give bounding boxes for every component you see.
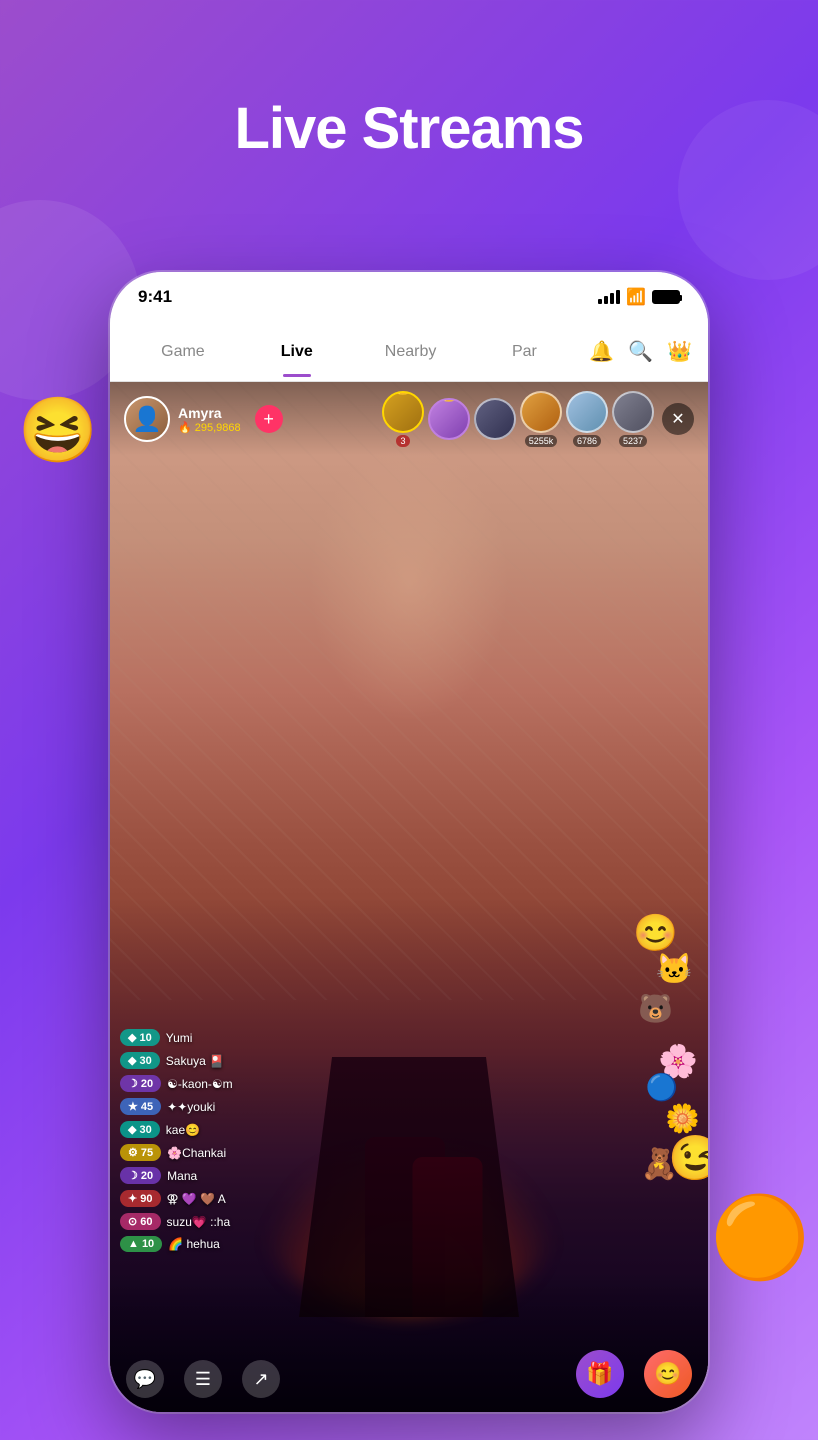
viewer-avatar-1: 👑 3 — [382, 391, 424, 447]
sticker-face: 😊 — [633, 912, 678, 954]
nav-bar: Game Live Nearby Par 🔔 🔍 👑 — [110, 322, 708, 382]
orange-emoji: 🟠 — [710, 1191, 810, 1285]
stream-top-bar: Amyra 🔥 295,9868 + 👑 3 — [110, 382, 708, 456]
chat-message-6: ☽ 20 Mana — [120, 1167, 440, 1184]
chat-badge-0: ◆ 10 — [120, 1029, 160, 1046]
chat-user-1: Sakuya 🎴 — [166, 1054, 224, 1068]
chat-message-7: ✦ 90 ⚢ 💜 🤎 A — [120, 1190, 440, 1207]
chat-user-6: Mana — [167, 1169, 197, 1183]
page-title: Live Streams — [0, 95, 818, 162]
streamer-coins: 🔥 295,9868 — [178, 421, 241, 434]
viewer-avatar-5: 6786 — [566, 391, 608, 447]
chat-message-8: ⊙ 60 suzu💗 ::ha — [120, 1213, 440, 1230]
emoji-reaction-button[interactable]: 😊 — [644, 1350, 692, 1398]
chat-user-3: ✦✦youki — [167, 1100, 215, 1114]
phone-frame: 9:41 📶 Game Live Nearby Par 🔔 🔍 👑 — [110, 272, 708, 1412]
chat-message-2: ☽ 20 ☯-kaon-☯m — [120, 1075, 440, 1092]
chat-message-3: ★ 45 ✦✦youki — [120, 1098, 440, 1115]
chat-user-2: ☯-kaon-☯m — [167, 1077, 233, 1091]
viewer-list: 👑 3 👑 🔥 — [382, 391, 694, 447]
chat-user-8: suzu💗 ::ha — [167, 1215, 231, 1229]
chat-badge-1: ◆ 30 — [120, 1052, 160, 1069]
wifi-icon: 📶 — [626, 287, 646, 307]
bell-icon[interactable]: 🔔 — [589, 339, 614, 364]
signal-icon — [598, 290, 620, 304]
viewer-avatar-6: 5237 — [612, 391, 654, 447]
chat-badge-4: ◆ 30 — [120, 1121, 160, 1138]
streamer-name-wrap: Amyra 🔥 295,9868 — [178, 405, 241, 434]
stream-area: Amyra 🔥 295,9868 + 👑 3 — [110, 382, 708, 1412]
chat-badge-5: ⚙ 75 — [120, 1144, 161, 1161]
chat-message-5: ⚙ 75 🌸Chankai — [120, 1144, 440, 1161]
close-stream-button[interactable]: ✕ — [662, 403, 694, 435]
follow-button[interactable]: + — [255, 405, 283, 433]
chat-badge-7: ✦ 90 — [120, 1190, 161, 1207]
chat-badge-3: ★ 45 — [120, 1098, 161, 1115]
chat-badge-6: ☽ 20 — [120, 1167, 161, 1184]
status-icons: 📶 — [598, 287, 680, 307]
nav-item-live[interactable]: Live — [240, 335, 354, 369]
nav-item-game[interactable]: Game — [126, 335, 240, 369]
search-icon[interactable]: 🔍 — [628, 339, 653, 364]
chat-message-0: ◆ 10 Yumi — [120, 1029, 440, 1046]
sticker-sunflower: 🌼 — [665, 1102, 700, 1135]
wink-emoji: 😉 — [668, 1132, 708, 1184]
sticker-area: 😊 🐱 🐻 🌸 🔵 🌼 🧸 😉 — [588, 912, 708, 1212]
chat-message-9: ▲ 10 🌈 hehua — [120, 1236, 440, 1252]
streamer-name: Amyra — [178, 405, 241, 421]
chat-message-4: ◆ 30 kae😊 — [120, 1121, 440, 1138]
chat-user-5: 🌸Chankai — [167, 1146, 226, 1160]
status-time: 9:41 — [138, 287, 172, 307]
menu-icon[interactable]: ☰ — [184, 1360, 222, 1398]
message-icon[interactable]: 💬 — [126, 1360, 164, 1398]
gift-icon[interactable]: 🎁 — [576, 1350, 624, 1398]
chat-user-0: Yumi — [166, 1031, 193, 1045]
nav-icons: 🔔 🔍 👑 — [589, 339, 692, 364]
chat-area: ◆ 10 Yumi ◆ 30 Sakuya 🎴 ☽ 20 ☯-kaon-☯m ★… — [120, 1029, 440, 1252]
chat-user-4: kae😊 — [166, 1123, 200, 1137]
nav-item-nearby[interactable]: Nearby — [354, 335, 468, 369]
streamer-info: Amyra 🔥 295,9868 + — [124, 396, 283, 442]
viewer-avatar-4: 🔥 5255k — [520, 391, 562, 447]
chat-badge-2: ☽ 20 — [120, 1075, 161, 1092]
chat-badge-9: ▲ 10 — [120, 1236, 162, 1252]
share-icon[interactable]: ↗ — [242, 1360, 280, 1398]
sticker-blue-circle: 🔵 — [646, 1072, 678, 1103]
nav-item-par[interactable]: Par — [467, 335, 581, 369]
laugh-emoji: 😆 — [18, 390, 98, 470]
chat-user-9: 🌈 hehua — [168, 1237, 220, 1251]
crown-icon[interactable]: 👑 — [667, 339, 692, 364]
stream-bottom-bar: 💬 ☰ ↗ 🎁 😊 — [110, 1272, 708, 1412]
chat-badge-8: ⊙ 60 — [120, 1213, 161, 1230]
battery-icon — [652, 290, 680, 304]
sticker-bear: 🐻 — [638, 992, 673, 1025]
sticker-cat: 🐱 — [656, 952, 693, 987]
stream-background — [110, 382, 708, 1412]
viewer-avatar-2: 👑 — [428, 398, 470, 440]
chat-user-7: ⚢ 💜 🤎 A — [167, 1192, 226, 1206]
chat-message-1: ◆ 30 Sakuya 🎴 — [120, 1052, 440, 1069]
status-bar: 9:41 📶 — [110, 272, 708, 322]
streamer-avatar — [124, 396, 170, 442]
viewer-avatar-3 — [474, 398, 516, 440]
